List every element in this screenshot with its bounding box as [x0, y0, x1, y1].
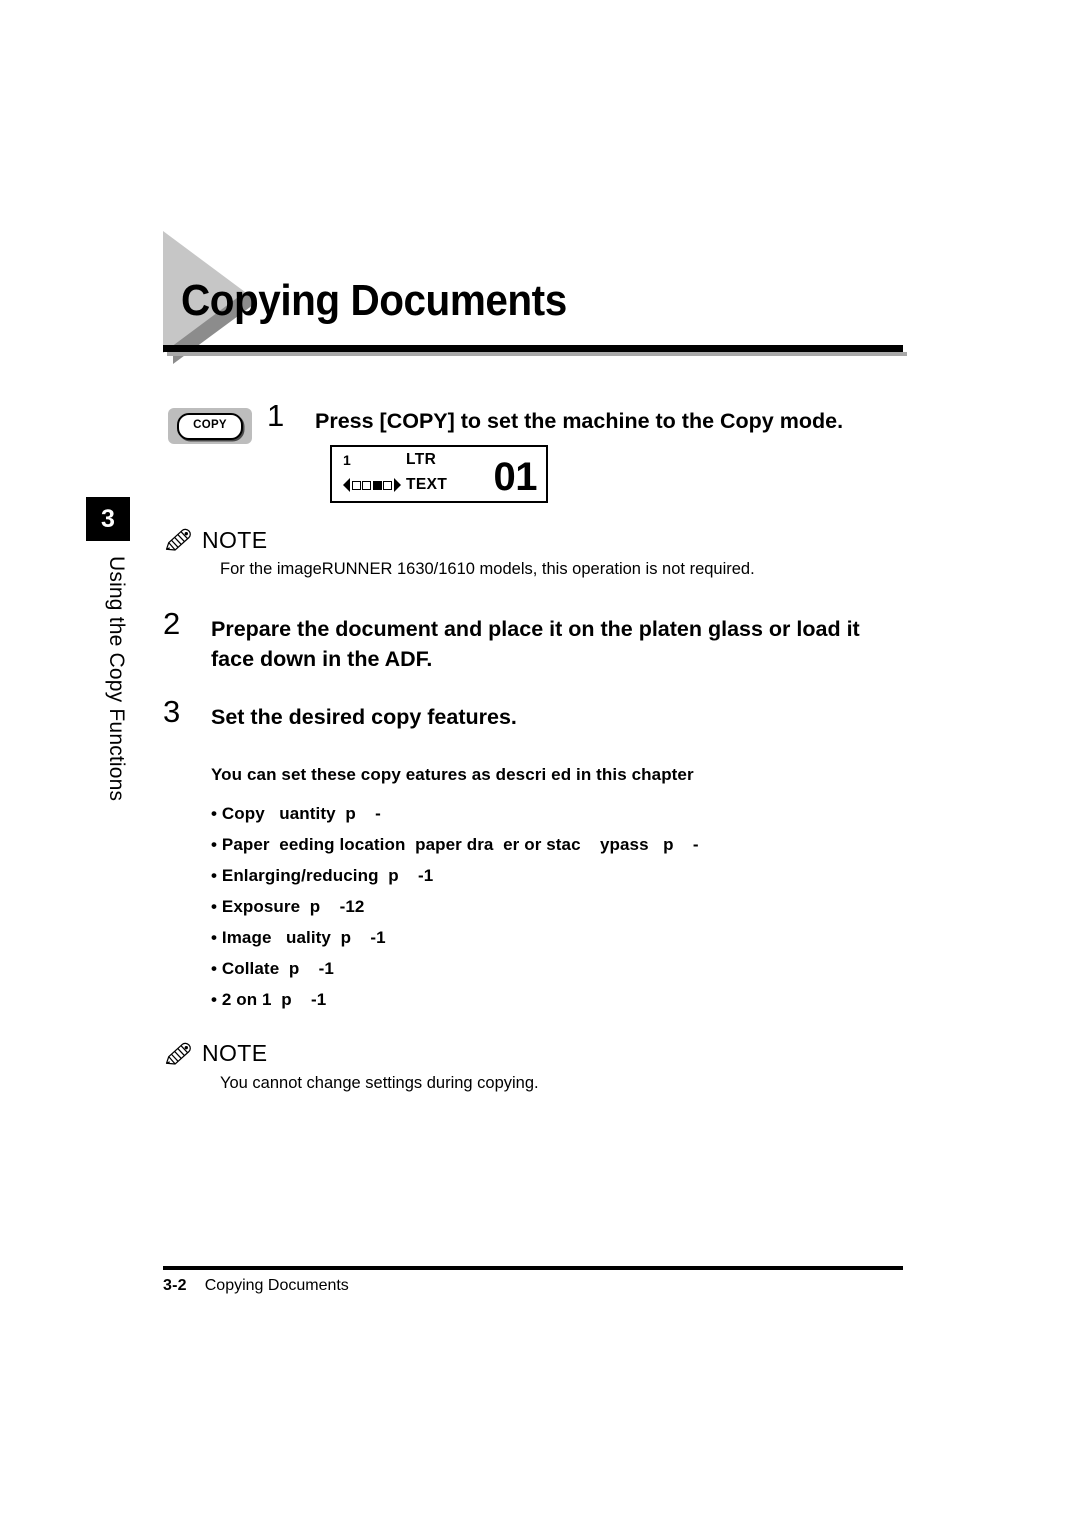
- copy-key-pill: COPY: [177, 412, 243, 440]
- step-2: 2 Prepare the document and place it on t…: [163, 608, 908, 674]
- lcd-paper-size: LTR: [406, 451, 437, 468]
- note-block-1: NOTE For the imageRUNNER 1630/1610 model…: [163, 528, 908, 582]
- note-1-heading: NOTE: [163, 528, 908, 552]
- step-3-text: Set the desired copy features.: [211, 705, 517, 730]
- page-title: Copying Documents: [181, 276, 567, 325]
- chapter-number: 3: [101, 504, 115, 533]
- list-item: • Collate p -1: [211, 958, 334, 978]
- step-1-number: 1: [267, 398, 285, 433]
- list-item: • 2 on 1 p -1: [211, 989, 327, 1009]
- right-triangle-icon: [393, 478, 401, 492]
- note-1-title: NOTE: [202, 526, 268, 553]
- page-header: Copying Documents: [163, 228, 907, 364]
- lcd-copies-value: 1: [343, 452, 351, 468]
- lcd-copy-count: 01: [493, 455, 538, 499]
- exposure-segment: [362, 480, 371, 490]
- note-block-2: NOTE You cannot change settings during c…: [163, 1042, 908, 1096]
- page-content: COPY 1 Press [COPY] to set the machine t…: [163, 400, 908, 1096]
- exposure-segment: [351, 480, 361, 490]
- step-1-text: Press [COPY] to set the machine to the C…: [315, 409, 844, 433]
- step-1: COPY 1 Press [COPY] to set the machine t…: [163, 400, 908, 518]
- left-triangle-icon: [343, 478, 350, 492]
- list-item: • Image uality p -1: [211, 927, 386, 947]
- note-1-body: For the imageRUNNER 1630/1610 models, th…: [220, 560, 755, 578]
- list-item: • Paper eeding location paper dra er or …: [211, 834, 699, 854]
- step-3-number: 3: [163, 694, 181, 730]
- lcd-exposure-bar: [343, 478, 401, 492]
- header-rule-shadow: [167, 352, 907, 356]
- header-rule: [163, 345, 903, 352]
- list-item: • Copy uantity p -: [211, 803, 381, 823]
- exposure-segment-active: [372, 480, 382, 490]
- note-2-heading: NOTE: [163, 1042, 908, 1066]
- lcd-display: 1 LTR TEXT 01: [330, 445, 548, 503]
- footer-title: Copying Documents: [204, 1277, 349, 1294]
- chapter-vertical-label: Using the Copy Functions: [105, 556, 128, 802]
- step-3: 3 Set the desired copy features.: [163, 696, 908, 733]
- lcd-image-mode: TEXT: [406, 476, 448, 493]
- exposure-segment: [383, 480, 392, 490]
- copy-key-label: COPY: [193, 419, 227, 432]
- features-list: • Copy uantity p - • Paper eeding locati…: [211, 805, 908, 1008]
- footer-rule: [163, 1266, 903, 1270]
- pencil-icon: [165, 1042, 191, 1065]
- pencil-icon: [165, 528, 191, 551]
- note-2-title: NOTE: [202, 1040, 268, 1067]
- note-2-body: You cannot change settings during copyin…: [220, 1073, 539, 1092]
- chapter-tab: 3: [86, 497, 130, 541]
- step-2-number: 2: [163, 605, 181, 641]
- footer-page-number: 3-2: [163, 1277, 187, 1294]
- features-intro: You can set these copy eatures as descri…: [211, 764, 694, 784]
- step-2-text: Prepare the document and place it on the…: [211, 616, 860, 671]
- page-footer: 3-2 Copying Documents: [163, 1277, 903, 1295]
- list-item: • Exposure p -12: [211, 896, 365, 916]
- list-item: • Enlarging/reducing p -1: [211, 865, 434, 885]
- document-page: 3 Using the Copy Functions Copying Docum…: [0, 0, 1080, 1528]
- copy-hardware-key[interactable]: COPY: [168, 408, 252, 444]
